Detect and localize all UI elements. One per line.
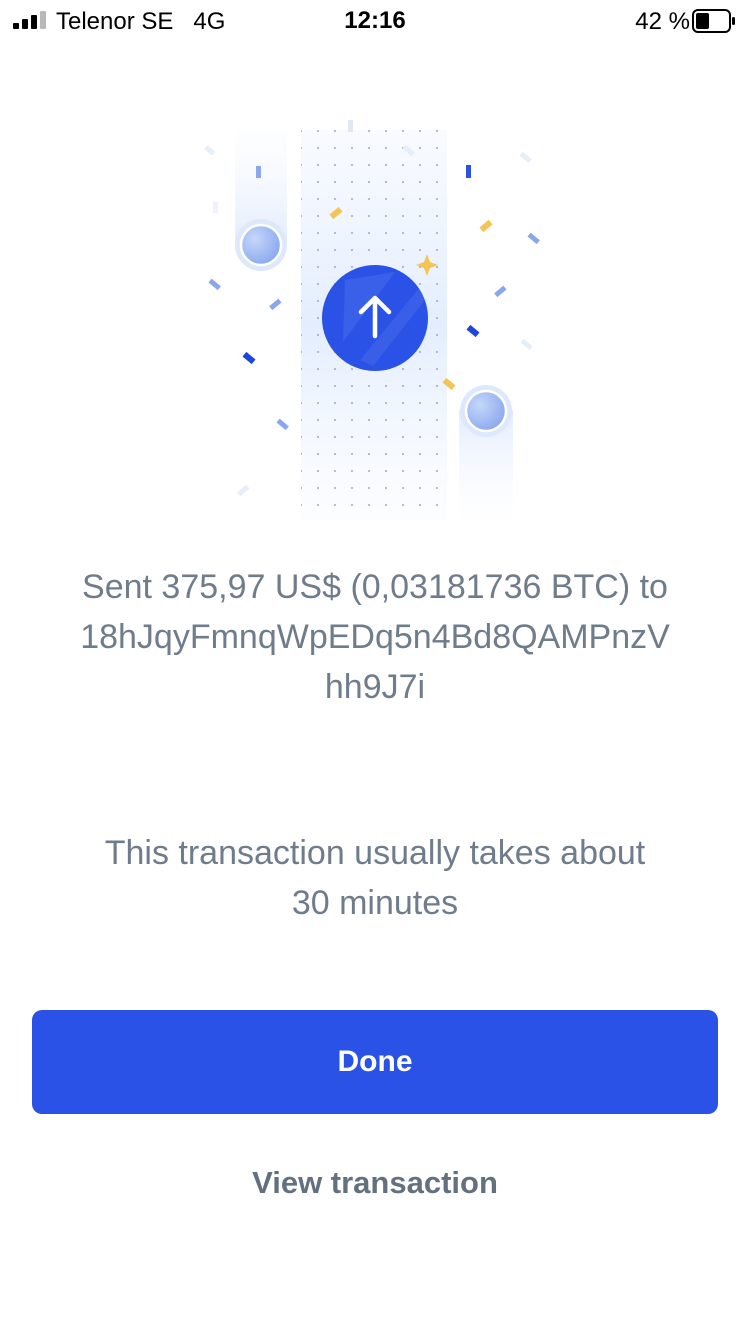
battery-percentage: 42 % xyxy=(635,8,690,35)
send-success-illustration xyxy=(204,120,540,520)
view-transaction-link[interactable]: View transaction xyxy=(175,1155,575,1211)
sent-confirmation-message: Sent 375,97 US$ (0,03181736 BTC) to 18hJ… xyxy=(80,568,670,706)
coin-left xyxy=(235,219,287,271)
done-button[interactable]: Done xyxy=(32,1010,718,1114)
send-arrow-badge xyxy=(322,265,428,371)
status-bar: Telenor SE 4G 12:16 42 % xyxy=(0,0,750,42)
coin-right xyxy=(460,385,512,437)
battery-icon xyxy=(692,9,735,33)
transaction-time-hint: This transaction usually takes about 30 … xyxy=(104,834,646,922)
